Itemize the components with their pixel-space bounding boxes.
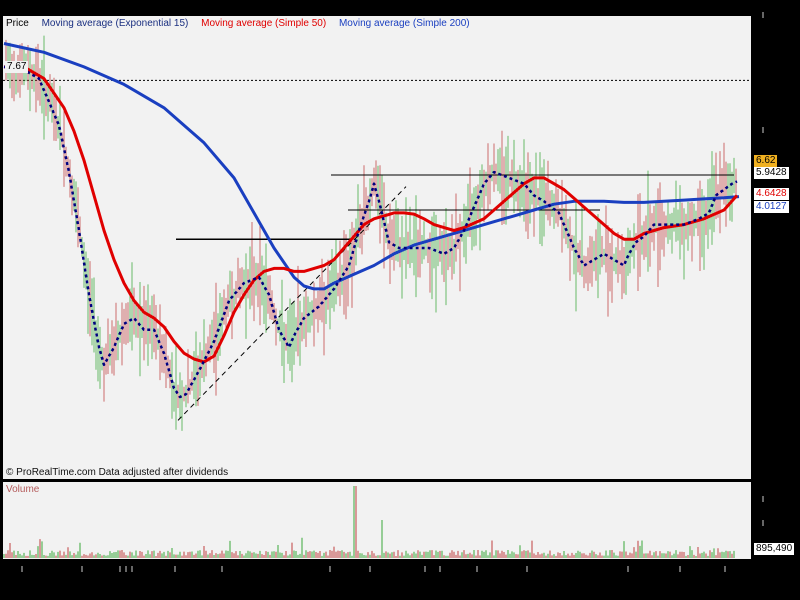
- chart-svg: [3, 12, 764, 572]
- watermark: © ProRealTime.com Data adjusted after di…: [6, 467, 229, 478]
- chart-frame: Price Moving average (Exponential 15) Mo…: [0, 0, 800, 600]
- chart-legend: Price Moving average (Exponential 15) Mo…: [6, 18, 480, 29]
- legend-sma200: Moving average (Simple 200): [338, 18, 470, 29]
- volume-label: Volume: [6, 484, 40, 495]
- legend-price: Price: [6, 18, 29, 29]
- price-tag: 6.62: [754, 155, 778, 167]
- reference-line-label: 7.67: [5, 61, 29, 73]
- sma50-tag: 4.6428: [754, 188, 789, 200]
- ema15-tag: 5.9428: [754, 167, 789, 179]
- legend-sma50: Moving average (Simple 50): [201, 18, 327, 29]
- legend-ema15: Moving average (Exponential 15): [41, 18, 189, 29]
- volume-tag: 895,490: [754, 543, 795, 555]
- sma200-tag: 4.0127: [754, 201, 789, 213]
